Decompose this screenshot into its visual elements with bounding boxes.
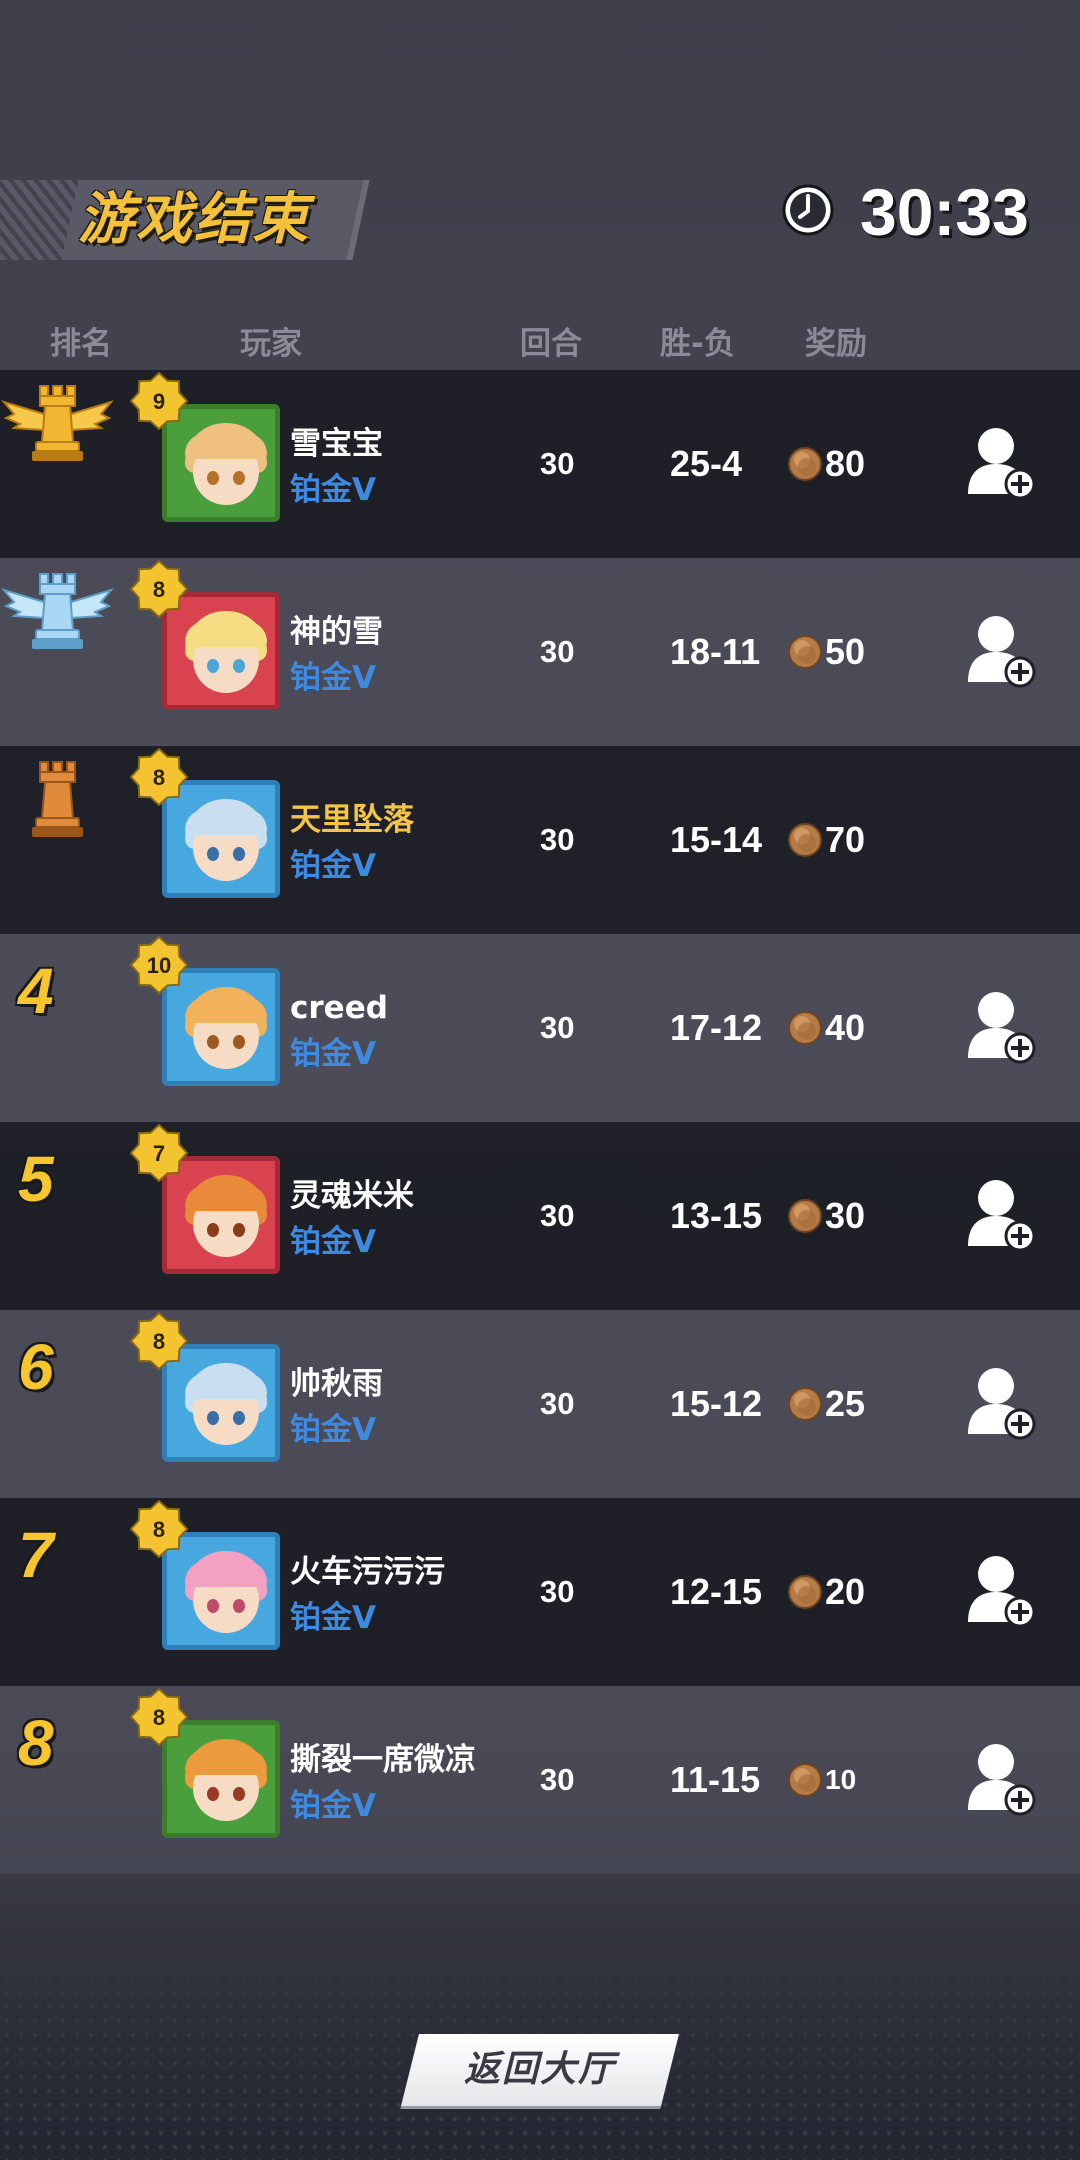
win-loss-record: 18-11 [670, 631, 761, 672]
rounds-value: 30 [540, 1762, 575, 1797]
rounds-value: 30 [540, 822, 575, 857]
reward-value: 20 [825, 1571, 866, 1612]
header-record: 胜-负 [660, 326, 735, 362]
player-tier: 铂金V [290, 1600, 376, 1636]
table-row: 6 8 帅秋雨铂金V 30 15-12 25 [0, 1310, 1080, 1498]
table-row: 8 神的雪铂金V 30 18-11 50 [0, 558, 1080, 746]
player-level: 8 [152, 765, 166, 790]
match-timer: 30:33 [860, 175, 1029, 249]
player-level: 8 [152, 1705, 166, 1730]
coin-icon [788, 1763, 822, 1797]
coin-icon [788, 1575, 822, 1609]
page-title: 游戏结束 [78, 187, 310, 252]
player-avatar[interactable]: 7 [130, 1124, 280, 1274]
player-avatar[interactable]: 8 [130, 1500, 280, 1650]
coin-icon [788, 447, 822, 481]
player-level: 8 [152, 1517, 166, 1542]
rank-number: 6 [18, 1331, 54, 1403]
rank-number: 7 [18, 1519, 54, 1591]
table-row: 9 雪宝宝铂金V 30 25-4 80 [0, 370, 1080, 558]
reward-value: 25 [825, 1383, 866, 1424]
player-name: 天里坠落 [290, 802, 414, 838]
rounds-value: 30 [540, 1198, 575, 1233]
win-loss-record: 15-14 [670, 819, 763, 860]
coin-icon [788, 823, 822, 857]
clock-icon [782, 184, 834, 236]
reward-value: 50 [825, 631, 866, 672]
coin-icon [788, 1387, 822, 1421]
table-row: 8 天里坠落铂金V 30 15-14 70 [0, 746, 1080, 934]
player-avatar[interactable]: 8 [130, 1688, 280, 1838]
add-friend-icon[interactable] [966, 612, 1036, 688]
player-name: 火车污污污 [290, 1554, 445, 1590]
rounds-value: 30 [540, 1010, 575, 1045]
header-player: 玩家 [240, 326, 302, 362]
table-row: 4 10 creed 铂金V 30 17-12 40 [0, 934, 1080, 1122]
add-friend-icon[interactable] [966, 1552, 1036, 1628]
player-tier: 铂金V [290, 848, 376, 884]
player-tier: 铂金V [290, 1412, 376, 1448]
back-to-lobby-button[interactable]: 返回大厅 [401, 2034, 679, 2106]
add-friend-icon[interactable] [966, 1176, 1036, 1252]
player-level: 7 [152, 1141, 166, 1166]
reward-value: 40 [825, 1007, 866, 1048]
player-tier: 铂金V [290, 1224, 376, 1260]
add-friend-icon[interactable] [966, 424, 1036, 500]
player-tier: 铂金V [290, 472, 376, 508]
rank-number: 5 [18, 1143, 54, 1215]
table-row: 5 7 灵魂米米铂金V 30 13-15 30 [0, 1122, 1080, 1310]
header-reward: 奖励 [805, 326, 867, 362]
player-avatar[interactable]: 9 [130, 372, 280, 522]
player-tier: 铂金V [290, 1036, 376, 1072]
player-avatar[interactable]: 10 [130, 936, 280, 1086]
player-level: 8 [152, 577, 166, 602]
player-name: 灵魂米米 [290, 1178, 414, 1214]
add-friend-icon[interactable] [966, 988, 1036, 1064]
win-loss-record: 25-4 [670, 443, 743, 484]
player-avatar[interactable]: 8 [130, 560, 280, 710]
reward-value: 30 [825, 1195, 866, 1236]
rounds-value: 30 [540, 634, 575, 669]
player-level: 10 [146, 953, 172, 978]
header-rounds: 回合 [520, 326, 582, 362]
player-name: 撕裂一席微凉 [290, 1742, 476, 1778]
player-tier: 铂金V [290, 660, 376, 696]
rounds-value: 30 [540, 1574, 575, 1609]
player-name: 神的雪 [290, 614, 383, 650]
rank-number: 8 [18, 1707, 54, 1779]
gold-rook-trophy-icon [1, 385, 114, 461]
player-level: 9 [152, 389, 166, 414]
win-loss-record: 11-15 [670, 1759, 761, 1800]
win-loss-record: 15-12 [670, 1383, 763, 1424]
coin-icon [788, 635, 822, 669]
coin-icon [788, 1011, 822, 1045]
reward-value: 10 [825, 1764, 857, 1795]
table-row: 7 8 火车污污污铂金V 30 12-15 20 [0, 1498, 1080, 1686]
header-rank: 排名 [50, 326, 112, 362]
player-avatar[interactable]: 8 [130, 1312, 280, 1462]
silver-rook-trophy-icon [1, 573, 114, 649]
rank-number: 4 [18, 955, 54, 1027]
table-row: 8 8 撕裂一席微凉 铂金V 30 11-15 10 [0, 1686, 1080, 1874]
bronze-rook-trophy-icon [32, 761, 83, 837]
player-name: creed [290, 990, 388, 1026]
player-avatar[interactable]: 8 [130, 748, 280, 898]
reward-value: 70 [825, 819, 866, 860]
rounds-value: 30 [540, 1386, 575, 1421]
player-name: 雪宝宝 [290, 426, 383, 462]
player-tier: 铂金V [290, 1788, 376, 1824]
win-loss-record: 12-15 [670, 1571, 763, 1612]
player-name: 帅秋雨 [290, 1366, 383, 1402]
add-friend-icon[interactable] [966, 1364, 1036, 1440]
coin-icon [788, 1199, 822, 1233]
player-level: 8 [152, 1329, 166, 1354]
win-loss-record: 17-12 [670, 1007, 763, 1048]
game-over-screen: 游戏结束 30:33 排名 玩家 回合 胜-负 奖励 9 雪宝宝铂金V 30 25-4… [0, 0, 1080, 2160]
add-friend-icon[interactable] [966, 1740, 1036, 1816]
win-loss-record: 13-15 [670, 1195, 763, 1236]
rounds-value: 30 [540, 446, 575, 481]
reward-value: 80 [825, 443, 866, 484]
